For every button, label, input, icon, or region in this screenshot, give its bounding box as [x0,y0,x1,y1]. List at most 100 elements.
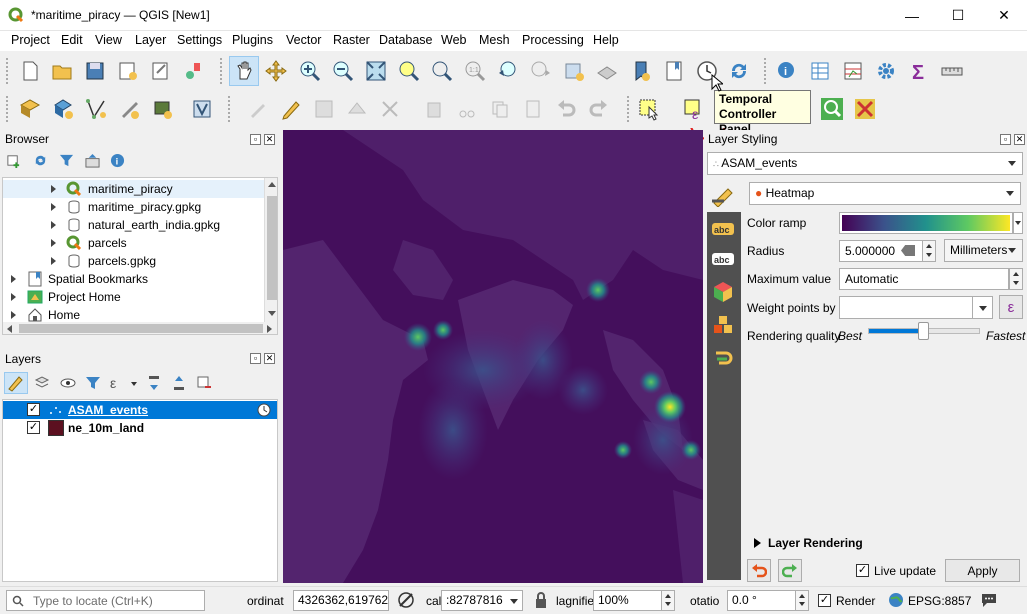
digitize-layer-icon[interactable] [189,96,215,122]
new-geopackage-layer-icon[interactable] [50,96,76,122]
history-tab-icon[interactable] [711,345,735,369]
zoom-to-selection-icon[interactable] [396,58,422,84]
data-source-manager-icon[interactable] [17,96,43,122]
zoom-native-icon[interactable]: 1:1 [462,58,488,84]
sum-statistics-icon[interactable]: Σ [906,58,932,84]
weight-expression-button[interactable]: ε [999,295,1023,319]
undo-icon[interactable] [553,96,579,122]
style-manager-icon[interactable] [181,58,207,84]
browser-float-icon[interactable]: ▫ [250,134,261,145]
crs-label[interactable]: EPSG:8857 [908,594,971,608]
browser-item[interactable]: maritime_piracy [3,180,265,198]
redo-style-button[interactable] [778,559,802,582]
toolbar-grip[interactable] [6,58,12,84]
weight-field-combo[interactable] [839,296,993,319]
weight-dropdown[interactable] [972,296,993,319]
expand-rendering-icon[interactable] [754,538,761,548]
menu-vector[interactable]: Vector [286,33,321,47]
browser-scrollbar[interactable] [264,178,277,322]
save-project-icon[interactable] [82,58,108,84]
browser-item[interactable]: maritime_piracy.gpkg [3,198,265,216]
refresh-browser-icon[interactable] [33,153,48,168]
measure-line-icon[interactable] [939,58,965,84]
apply-button[interactable]: Apply [945,559,1020,582]
map-canvas[interactable] [283,130,703,583]
new-project-icon[interactable] [17,58,43,84]
filter-legend-icon[interactable] [85,375,101,391]
new-map-view-icon[interactable] [561,58,587,84]
toolbar-grip[interactable] [627,96,633,122]
redo-icon[interactable] [586,96,612,122]
rendering-tab-icon[interactable] [711,313,735,337]
layer-select-combo[interactable]: ∴ ASAM_events [707,152,1023,175]
quality-slider-handle[interactable] [918,322,929,340]
select-features-icon[interactable] [636,96,662,122]
styling-close-icon[interactable]: ✕ [1014,134,1025,145]
identify-features-icon[interactable]: i [774,58,800,84]
toggle-extents-icon[interactable] [397,591,415,609]
cut-features-icon[interactable] [454,96,480,122]
locator-search-icon[interactable] [819,96,845,122]
zoom-next-icon[interactable] [528,58,554,84]
browser-item[interactable]: Spatial Bookmarks [3,270,265,288]
new-3d-map-view-icon[interactable] [594,58,620,84]
show-bookmarks-icon[interactable] [661,58,687,84]
messages-icon[interactable] [980,592,998,608]
zoom-to-layer-icon[interactable] [429,58,455,84]
maximize-button[interactable]: ☐ [935,0,981,31]
lock-scale-icon[interactable] [534,591,548,609]
render-checkbox[interactable]: ✓ [818,594,831,607]
add-selected-layers-icon[interactable] [6,153,21,168]
copy-features-icon[interactable] [487,96,513,122]
properties-info-icon[interactable]: i [110,153,125,168]
menu-settings[interactable]: Settings [177,33,222,47]
vertex-tool-icon[interactable] [377,96,403,122]
expand-all-icon[interactable] [146,375,162,391]
close-button[interactable]: ✕ [981,0,1027,31]
filter-by-expression-icon[interactable]: ε [110,375,126,391]
remove-layer-icon[interactable] [196,375,212,391]
menu-processing[interactable]: Processing [522,33,584,47]
delete-selected-icon[interactable] [421,96,447,122]
max-value-input[interactable]: Automatic [839,268,1009,290]
zoom-in-icon[interactable] [297,58,323,84]
rotation-spinner[interactable] [795,590,809,611]
browser-item[interactable]: parcels.gpkg [3,252,265,270]
zoom-full-icon[interactable] [363,58,389,84]
plugin-tool-icon[interactable] [852,96,878,122]
refresh-icon[interactable] [726,58,752,84]
toolbar-grip[interactable] [220,58,226,84]
new-shapefile-layer-icon[interactable] [83,96,109,122]
new-scratch-layer-icon[interactable] [116,96,142,122]
color-ramp-dropdown[interactable] [1013,212,1023,234]
open-layer-styling-icon[interactable] [4,372,28,394]
labels-tab-icon[interactable]: abc [711,220,735,238]
layer-row-asam[interactable]: ✓ ASAM_events [3,401,277,419]
filter-browser-icon[interactable] [59,153,74,168]
toggle-editing-icon[interactable] [278,96,304,122]
scale-combo[interactable]: :82787816 [441,590,523,611]
pan-map-icon[interactable] [229,56,259,86]
save-edits-icon[interactable] [311,96,337,122]
renderer-combo[interactable]: ● Heatmap [749,182,1021,205]
zoom-out-icon[interactable] [330,58,356,84]
current-edits-icon[interactable] [245,96,271,122]
masks-tab-icon[interactable]: abc [711,250,735,268]
browser-close-icon[interactable]: ✕ [264,134,275,145]
menu-mesh[interactable]: Mesh [479,33,510,47]
menu-help[interactable]: Help [593,33,619,47]
menu-web[interactable]: Web [441,33,466,47]
symbology-tab-icon[interactable] [710,185,738,208]
new-bookmark-icon[interactable] [628,58,654,84]
coordinate-field[interactable]: 4326362,6197623 [293,590,389,611]
collapse-all-icon[interactable] [85,153,100,168]
live-update-checkbox[interactable]: ✓ [856,564,869,577]
paste-features-icon[interactable] [520,96,546,122]
layer-visibility-checkbox[interactable]: ✓ [27,421,40,434]
radius-spinner[interactable] [922,240,936,262]
toolbar-grip[interactable] [228,96,234,122]
minimize-button[interactable]: — [889,0,935,31]
undo-style-button[interactable] [747,559,771,582]
toolbar-grip[interactable] [764,58,770,84]
menu-view[interactable]: View [95,33,122,47]
